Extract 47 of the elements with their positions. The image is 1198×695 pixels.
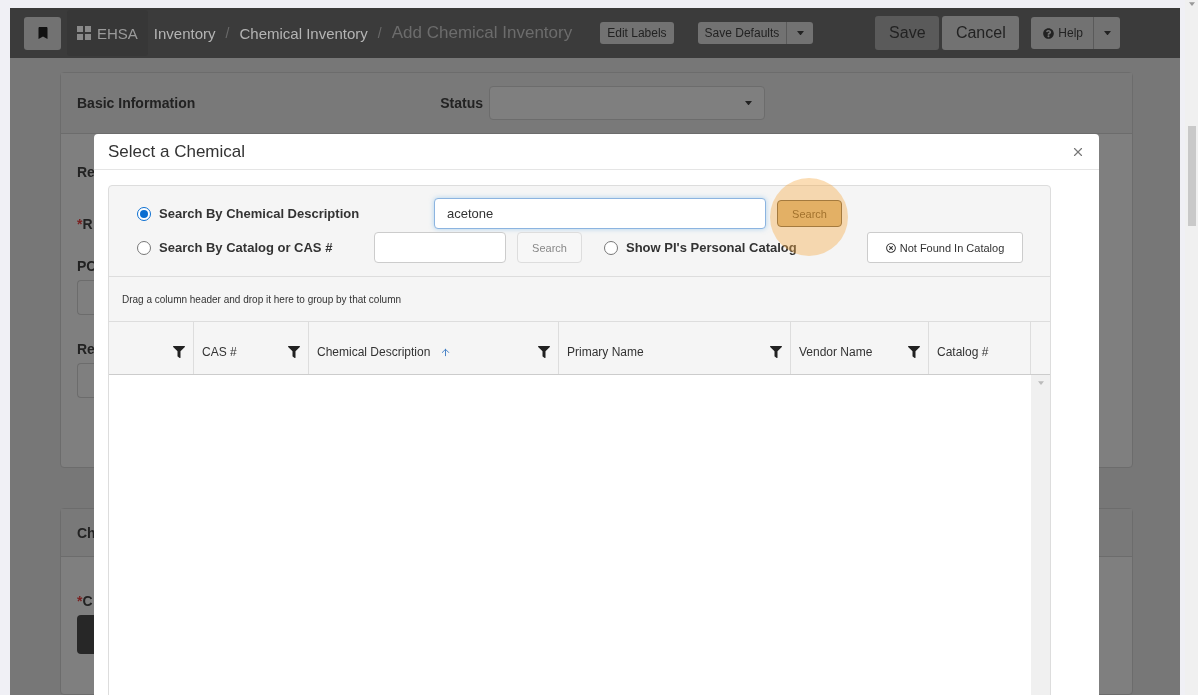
field-label: Re (77, 341, 95, 357)
field-label: Re (77, 164, 95, 180)
field-label: Status (440, 95, 484, 111)
caret-icon (745, 100, 753, 106)
caret-icon (1037, 381, 1044, 385)
field-label: *R (77, 216, 93, 232)
bookmark-icon (36, 27, 49, 39)
filter-icon[interactable] (538, 346, 550, 358)
field-label: *C (77, 593, 93, 610)
column-header[interactable]: CAS # (194, 322, 309, 374)
column-header[interactable]: Chemical Description (309, 322, 559, 374)
scrollbar[interactable] (1031, 375, 1050, 695)
input-field[interactable] (77, 280, 94, 315)
column-header[interactable]: Primary Name (559, 322, 791, 374)
breadcrumb-link[interactable]: Chemical Inventory (239, 24, 368, 42)
radio-option[interactable]: Search By Chemical Description (137, 206, 434, 221)
help-icon (1043, 27, 1055, 39)
breadcrumb-link[interactable]: Inventory (153, 24, 216, 42)
search-field[interactable]: acetone (434, 198, 766, 229)
caret-icon (1188, 2, 1195, 6)
caret-icon (1103, 30, 1111, 36)
group-hint: Drag a column header and drop it here to group by that column (109, 277, 1050, 322)
column-header[interactable]: Vendor Name (791, 322, 929, 374)
dialog-title: Select a Chemical (108, 141, 245, 162)
breadcrumb-separator: / (377, 25, 382, 41)
filter-icon[interactable] (288, 346, 300, 358)
select-button[interactable] (77, 615, 94, 655)
filter-icon[interactable] (908, 346, 920, 358)
section-title: Basic Information (77, 95, 196, 111)
radio-option[interactable]: Show PI's Personal Catalog (604, 240, 844, 255)
app-name: EHSA (97, 24, 138, 42)
dropdown-button[interactable] (1093, 17, 1120, 49)
radio-option[interactable]: Search By Catalog or CAS # (137, 240, 374, 255)
filter-icon[interactable] (173, 346, 185, 358)
app-switcher[interactable]: EHSA (67, 10, 148, 56)
column-header[interactable]: Catalog # (929, 322, 1031, 374)
scrollbar[interactable] (1185, 0, 1198, 695)
filter-icon[interactable] (770, 346, 782, 358)
dropdown-button[interactable] (786, 22, 814, 44)
caret-icon (796, 30, 804, 36)
search-field[interactable] (374, 232, 506, 263)
grid-icon (77, 26, 91, 40)
breadcrumb-separator: / (225, 25, 230, 41)
scrollbar-thumb[interactable] (1187, 126, 1196, 226)
not-found-button[interactable]: Not Found In Catalog (867, 232, 1023, 263)
input-field[interactable] (77, 363, 94, 398)
bookmark-button[interactable] (24, 16, 61, 50)
